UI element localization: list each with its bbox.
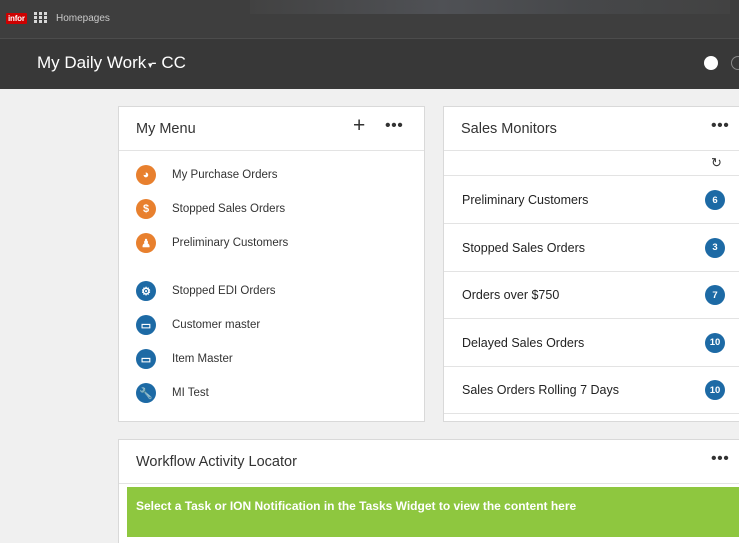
workflow-activity-widget: Workflow Activity Locator ••• Select a T… bbox=[118, 439, 739, 543]
sales-monitors-widget: Sales Monitors ••• ↻ Preliminary Custome… bbox=[443, 106, 739, 422]
monitor-label: Orders over $750 bbox=[462, 288, 560, 302]
menu-item-label: MI Test bbox=[172, 387, 209, 399]
menu-item-label: Stopped EDI Orders bbox=[172, 285, 276, 297]
count-badge: 3 bbox=[705, 237, 725, 258]
menu-item-label: Preliminary Customers bbox=[172, 237, 289, 249]
count-badge: 10 bbox=[705, 332, 725, 353]
monitor-row[interactable]: Orders over $750 7 bbox=[444, 271, 739, 319]
more-options-icon[interactable]: ••• bbox=[711, 450, 729, 468]
menu-item[interactable]: ⚙ Stopped EDI Orders bbox=[136, 281, 406, 301]
sales-monitors-title: Sales Monitors bbox=[461, 121, 557, 137]
page-title[interactable]: My Daily Work - CC bbox=[37, 53, 186, 73]
my-menu-title: My Menu bbox=[136, 121, 196, 137]
monitor-label: Delayed Sales Orders bbox=[462, 335, 585, 350]
user-icon: ♟ bbox=[136, 233, 156, 253]
infor-logo[interactable]: infor bbox=[6, 13, 27, 24]
monitor-row[interactable]: Stopped Sales Orders 3 bbox=[444, 224, 739, 272]
more-options-icon[interactable]: ••• bbox=[385, 117, 403, 135]
refresh-icon[interactable]: ↻ bbox=[711, 155, 722, 171]
my-menu-header: My Menu + ••• bbox=[119, 107, 424, 151]
window-icon: ▭ bbox=[136, 349, 156, 369]
count-badge: 6 bbox=[705, 190, 725, 210]
menu-item-label: Item Master bbox=[172, 353, 233, 365]
chevron-down-icon[interactable]: ▾ bbox=[148, 60, 153, 71]
menu-item[interactable]: ◕ My Purchase Orders bbox=[136, 165, 406, 185]
breadcrumb-homepages[interactable]: Homepages bbox=[56, 13, 110, 24]
menu-item-label: Customer master bbox=[172, 319, 261, 331]
monitor-row[interactable]: Delayed Sales Orders 10 bbox=[444, 319, 739, 367]
menu-item[interactable]: 🔧 MI Test bbox=[136, 383, 406, 403]
top-bar: infor Homepages bbox=[0, 0, 739, 38]
app-grid-icon[interactable] bbox=[34, 12, 49, 24]
menu-item[interactable]: $ Stopped Sales Orders bbox=[136, 199, 406, 219]
workflow-header: Workflow Activity Locator ••• bbox=[119, 440, 739, 484]
monitor-label: Stopped Sales Orders bbox=[462, 240, 585, 255]
page-header: My Daily Work - CC ▾ bbox=[0, 38, 739, 89]
menu-item[interactable]: ▭ Item Master bbox=[136, 349, 406, 369]
dollar-icon: $ bbox=[136, 199, 156, 219]
menu-item-label: My Purchase Orders bbox=[172, 169, 278, 181]
page-indicator-active[interactable] bbox=[704, 56, 718, 70]
workflow-title: Workflow Activity Locator bbox=[136, 454, 297, 470]
page-indicator-inactive[interactable] bbox=[731, 56, 739, 70]
menu-item-label: Stopped Sales Orders bbox=[172, 203, 286, 215]
header-decoration bbox=[250, 0, 730, 14]
monitor-label: Sales Orders Rolling 7 Days bbox=[462, 383, 620, 397]
sales-monitors-header: Sales Monitors ••• bbox=[444, 107, 739, 151]
window-icon: ▭ bbox=[136, 315, 156, 335]
wrench-icon: 🔧 bbox=[136, 383, 156, 403]
monitor-label: Preliminary Customers bbox=[462, 193, 589, 207]
workflow-notice-text: Select a Task or ION Notification in the… bbox=[136, 499, 577, 513]
monitor-row[interactable]: Sales Orders Rolling 7 Days 10 bbox=[444, 366, 739, 414]
add-button[interactable]: + bbox=[353, 115, 365, 136]
menu-item[interactable]: ▭ Customer master bbox=[136, 315, 406, 335]
count-badge: 10 bbox=[705, 380, 725, 400]
workflow-notice: Select a Task or ION Notification in the… bbox=[127, 487, 739, 537]
refresh-row: ↻ bbox=[444, 151, 739, 176]
globe-icon: ◕ bbox=[136, 165, 156, 185]
gears-icon: ⚙ bbox=[136, 281, 156, 301]
count-badge: 7 bbox=[705, 285, 725, 305]
menu-item[interactable]: ♟ Preliminary Customers bbox=[136, 233, 406, 253]
my-menu-widget: My Menu + ••• ◕ My Purchase Orders $ Stoppe… bbox=[118, 106, 425, 422]
more-options-icon[interactable]: ••• bbox=[711, 117, 729, 135]
monitor-row[interactable]: Preliminary Customers 6 bbox=[444, 176, 739, 224]
